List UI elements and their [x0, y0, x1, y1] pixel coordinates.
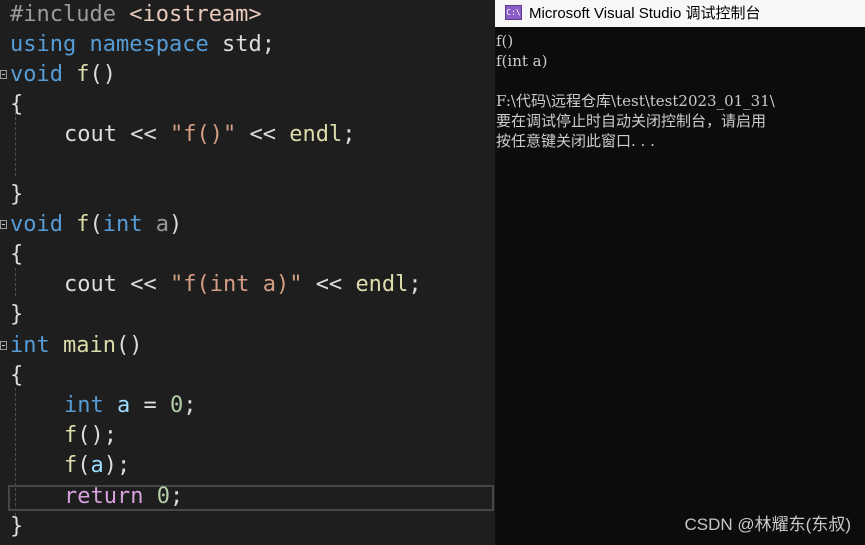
function-name: f [76, 212, 90, 237]
code-line-f2-signature: void f(int a) [0, 210, 182, 240]
code-line-main-open: { [0, 361, 79, 391]
preprocessor-directive: #include [10, 2, 116, 27]
function-call-name: f [64, 423, 78, 448]
open-brace: { [10, 242, 24, 267]
screen: #include <iostream> using namespace std;… [0, 0, 865, 545]
fold-toggle-icon[interactable] [0, 341, 7, 350]
code-line-call-f: f(); [0, 421, 117, 451]
param-name: a [155, 212, 169, 237]
keyword-namespace: namespace [89, 32, 209, 57]
variable-type: int [64, 393, 104, 418]
stream-operator: << [249, 122, 276, 147]
keyword-using: using [10, 32, 77, 57]
cout-object: cout [64, 272, 117, 297]
string-literal: "f()" [169, 122, 237, 147]
return-type: void [10, 62, 63, 87]
return-keyword: return [64, 484, 144, 509]
code-line-main-close: } [0, 512, 79, 542]
code-line-call-f-a: f(a); [0, 451, 130, 481]
console-output-line: f() [496, 32, 514, 50]
code-editor[interactable]: #include <iostream> using namespace std;… [0, 0, 495, 545]
console-output-line: F:\代码\远程仓库\test\test2023_01_31\ [496, 92, 775, 110]
endl-manipulator: endl [355, 272, 409, 297]
function-name: main [63, 333, 116, 358]
code-line-using: using namespace std; [0, 30, 275, 60]
number-literal: 0 [170, 393, 184, 418]
console-output-line: f(int a) [496, 52, 548, 70]
stream-operator: << [130, 122, 157, 147]
code-line-declaration: int a = 0; [0, 391, 197, 421]
close-brace: } [10, 514, 24, 539]
fold-toggle-icon[interactable] [0, 70, 7, 79]
endl-manipulator: endl [289, 122, 343, 147]
argument-variable: a [90, 453, 104, 478]
code-line-f2-body: cout << "f(int a)" << endl; [0, 270, 422, 300]
console-title-bar[interactable]: C:\ Microsoft Visual Studio 调试控制台 [495, 0, 865, 27]
return-type: int [10, 333, 50, 358]
semicolon: ; [342, 122, 356, 147]
close-paren: ) [168, 212, 183, 237]
code-line-f1-open: { [0, 90, 79, 120]
close-paren-semicolon: ); [103, 453, 131, 478]
open-brace: { [10, 363, 24, 388]
code-line-f1-body: cout << "f()" << endl; [0, 120, 355, 150]
code-line-include: #include <iostream> [0, 0, 262, 30]
close-brace: } [10, 302, 24, 327]
semicolon: ; [169, 484, 184, 509]
console-app-icon: C:\ [505, 5, 522, 20]
fold-toggle-icon[interactable] [0, 220, 7, 229]
code-line-f1-close: } [0, 180, 79, 210]
parentheses: () [89, 62, 116, 87]
code-line-main-signature: int main() [0, 331, 142, 361]
include-header: <iostream> [129, 2, 262, 27]
stream-operator: << [130, 272, 157, 297]
code-line-return: return 0; [0, 482, 183, 512]
semicolon: ; [408, 272, 422, 297]
csdn-watermark: CSDN @林耀东(东叔) [684, 515, 851, 534]
return-type: void [10, 212, 63, 237]
semicolon: ; [183, 393, 197, 418]
console-output-line: 要在调试停止时自动关闭控制台，请启用 [496, 112, 767, 130]
variable-name: a [117, 393, 131, 418]
string-literal: "f(int a)" [169, 272, 303, 297]
code-line-f1-signature: void f() [0, 60, 116, 90]
call-args: (); [77, 423, 117, 448]
param-type: int [102, 212, 143, 237]
open-brace: { [10, 92, 24, 117]
debug-console-window[interactable]: C:\ Microsoft Visual Studio 调试控制台 f() f(… [495, 0, 865, 545]
assign-operator: = [143, 393, 157, 418]
code-line-f2-open: { [0, 240, 79, 270]
function-name: f [76, 62, 90, 87]
number-literal: 0 [156, 484, 170, 509]
parentheses: () [115, 333, 143, 358]
close-brace: } [10, 182, 24, 207]
code-line-f2-close: } [0, 300, 79, 330]
cout-object: cout [64, 122, 117, 147]
console-window-title: Microsoft Visual Studio 调试控制台 [529, 5, 761, 22]
namespace-name: std; [221, 32, 275, 57]
open-paren: ( [89, 212, 103, 237]
open-paren: ( [77, 453, 91, 478]
function-call-name: f [64, 453, 78, 478]
console-output-line: 按任意键关闭此窗口. . . [496, 132, 655, 150]
stream-operator: << [315, 272, 343, 297]
